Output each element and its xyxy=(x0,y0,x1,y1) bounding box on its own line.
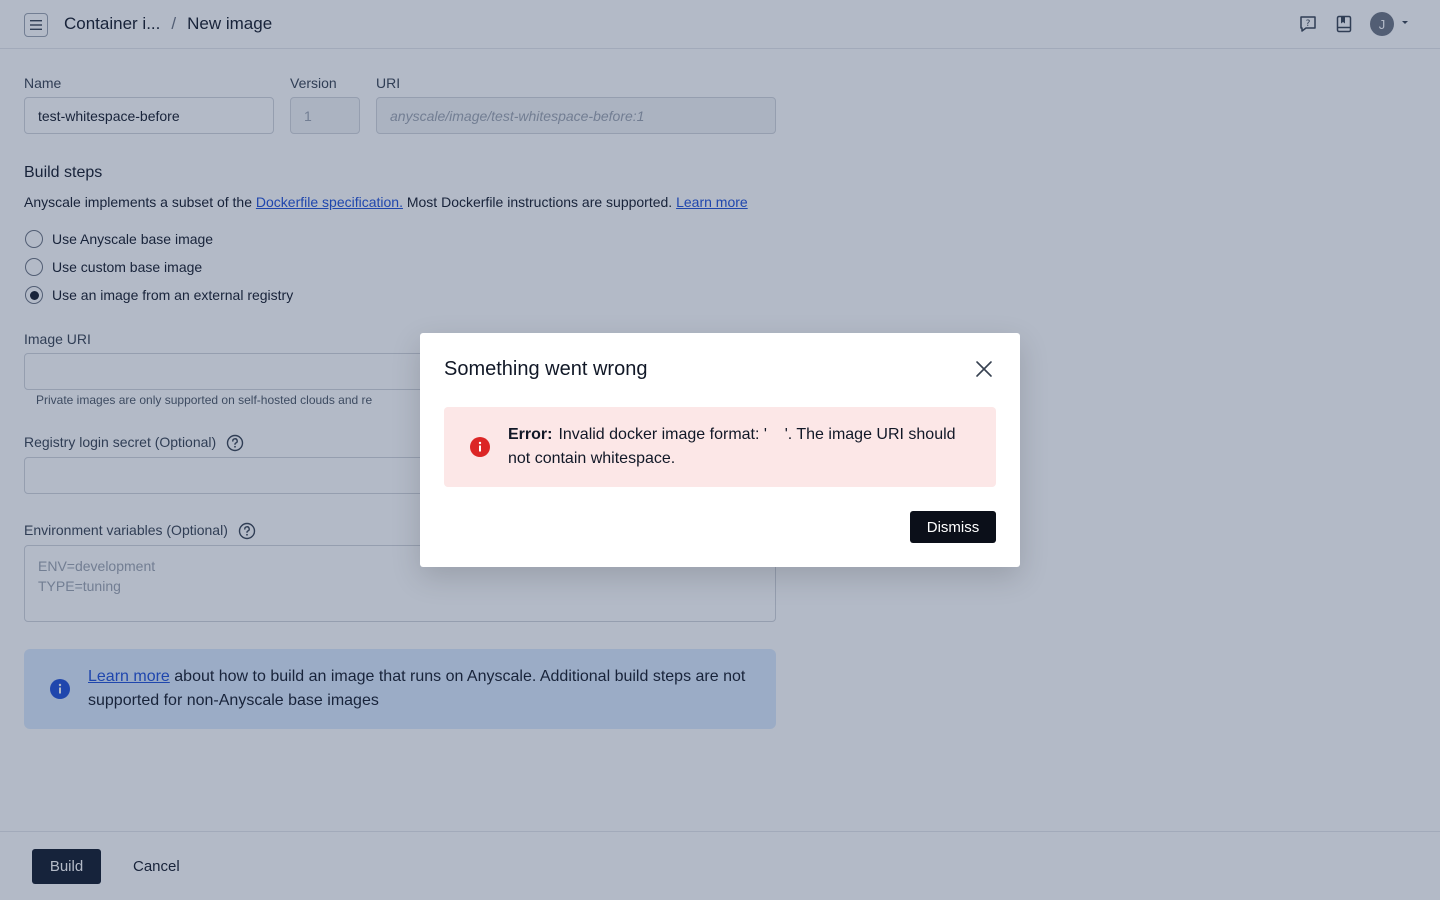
dialog-title: Something went wrong xyxy=(444,358,648,380)
error-dialog: Something went wrong Error: Invalid docke… xyxy=(420,333,1020,567)
dismiss-button[interactable]: Dismiss xyxy=(910,511,996,543)
error-message: Invalid docker image format: ' '. The im… xyxy=(508,426,961,467)
error-label: Error: xyxy=(508,426,553,443)
error-icon xyxy=(470,437,490,457)
close-icon[interactable] xyxy=(974,359,994,379)
error-alert: Error: Invalid docker image format: ' '. … xyxy=(444,407,996,487)
